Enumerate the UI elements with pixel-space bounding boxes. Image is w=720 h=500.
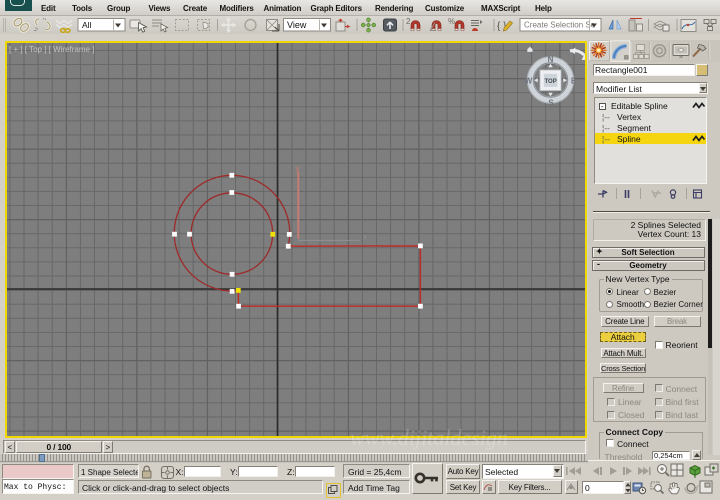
svg-text:W: W: [525, 76, 533, 85]
svg-text:Create Selection Se: Create Selection Se: [524, 21, 596, 30]
svg-text:S: S: [548, 98, 554, 107]
svg-text:TOP: TOP: [544, 79, 556, 85]
svg-text:[ + ] [ Top ] [ Wireframe ]: [ + ] [ Top ] [ Wireframe ]: [9, 45, 94, 54]
svg-text:2: 2: [406, 17, 411, 26]
svg-text:E: E: [571, 76, 577, 85]
svg-text:N: N: [548, 55, 554, 64]
svg-text:y: y: [296, 164, 300, 173]
svg-text:%: %: [448, 17, 455, 26]
svg-text:View: View: [287, 20, 307, 30]
svg-text:All: All: [82, 20, 92, 30]
